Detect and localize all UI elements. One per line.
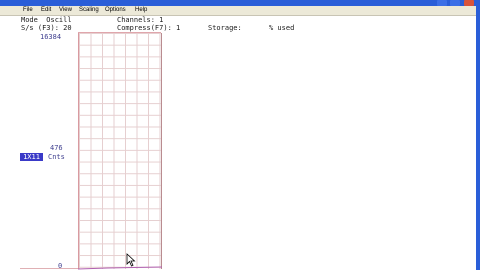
y-axis-mid-label: 476	[50, 144, 63, 152]
storage-used: % used	[269, 24, 295, 32]
signal-trace	[78, 266, 162, 270]
menu-scaling[interactable]: Scaling	[79, 6, 99, 15]
sample-rate-readout: S/s (F3): 20	[21, 24, 72, 32]
mode-readout: Mode Oscill	[21, 16, 72, 24]
unit-label: Cnts	[48, 153, 65, 161]
compress-readout: Compress(F7): 1	[117, 24, 181, 32]
menu-options[interactable]: Options	[105, 6, 126, 15]
y-axis-min-label: 0	[58, 262, 63, 270]
menu-help[interactable]: Help	[135, 6, 147, 15]
storage-label: Storage:	[208, 24, 242, 32]
window-frame-right	[476, 6, 480, 270]
menu-file[interactable]: File	[23, 6, 33, 15]
y-axis-max-label: 16384	[40, 33, 62, 41]
channels-readout: Channels: 1	[117, 16, 164, 24]
plot-area[interactable]	[78, 33, 162, 269]
menu-edit[interactable]: Edit	[41, 6, 51, 15]
menu-view[interactable]: View	[59, 6, 72, 15]
menu-bar: File Edit View Scaling Options Help	[0, 6, 480, 16]
mouse-pointer-icon	[126, 253, 136, 267]
baseline	[20, 268, 78, 269]
scale-badge[interactable]: 1X11	[20, 153, 43, 161]
